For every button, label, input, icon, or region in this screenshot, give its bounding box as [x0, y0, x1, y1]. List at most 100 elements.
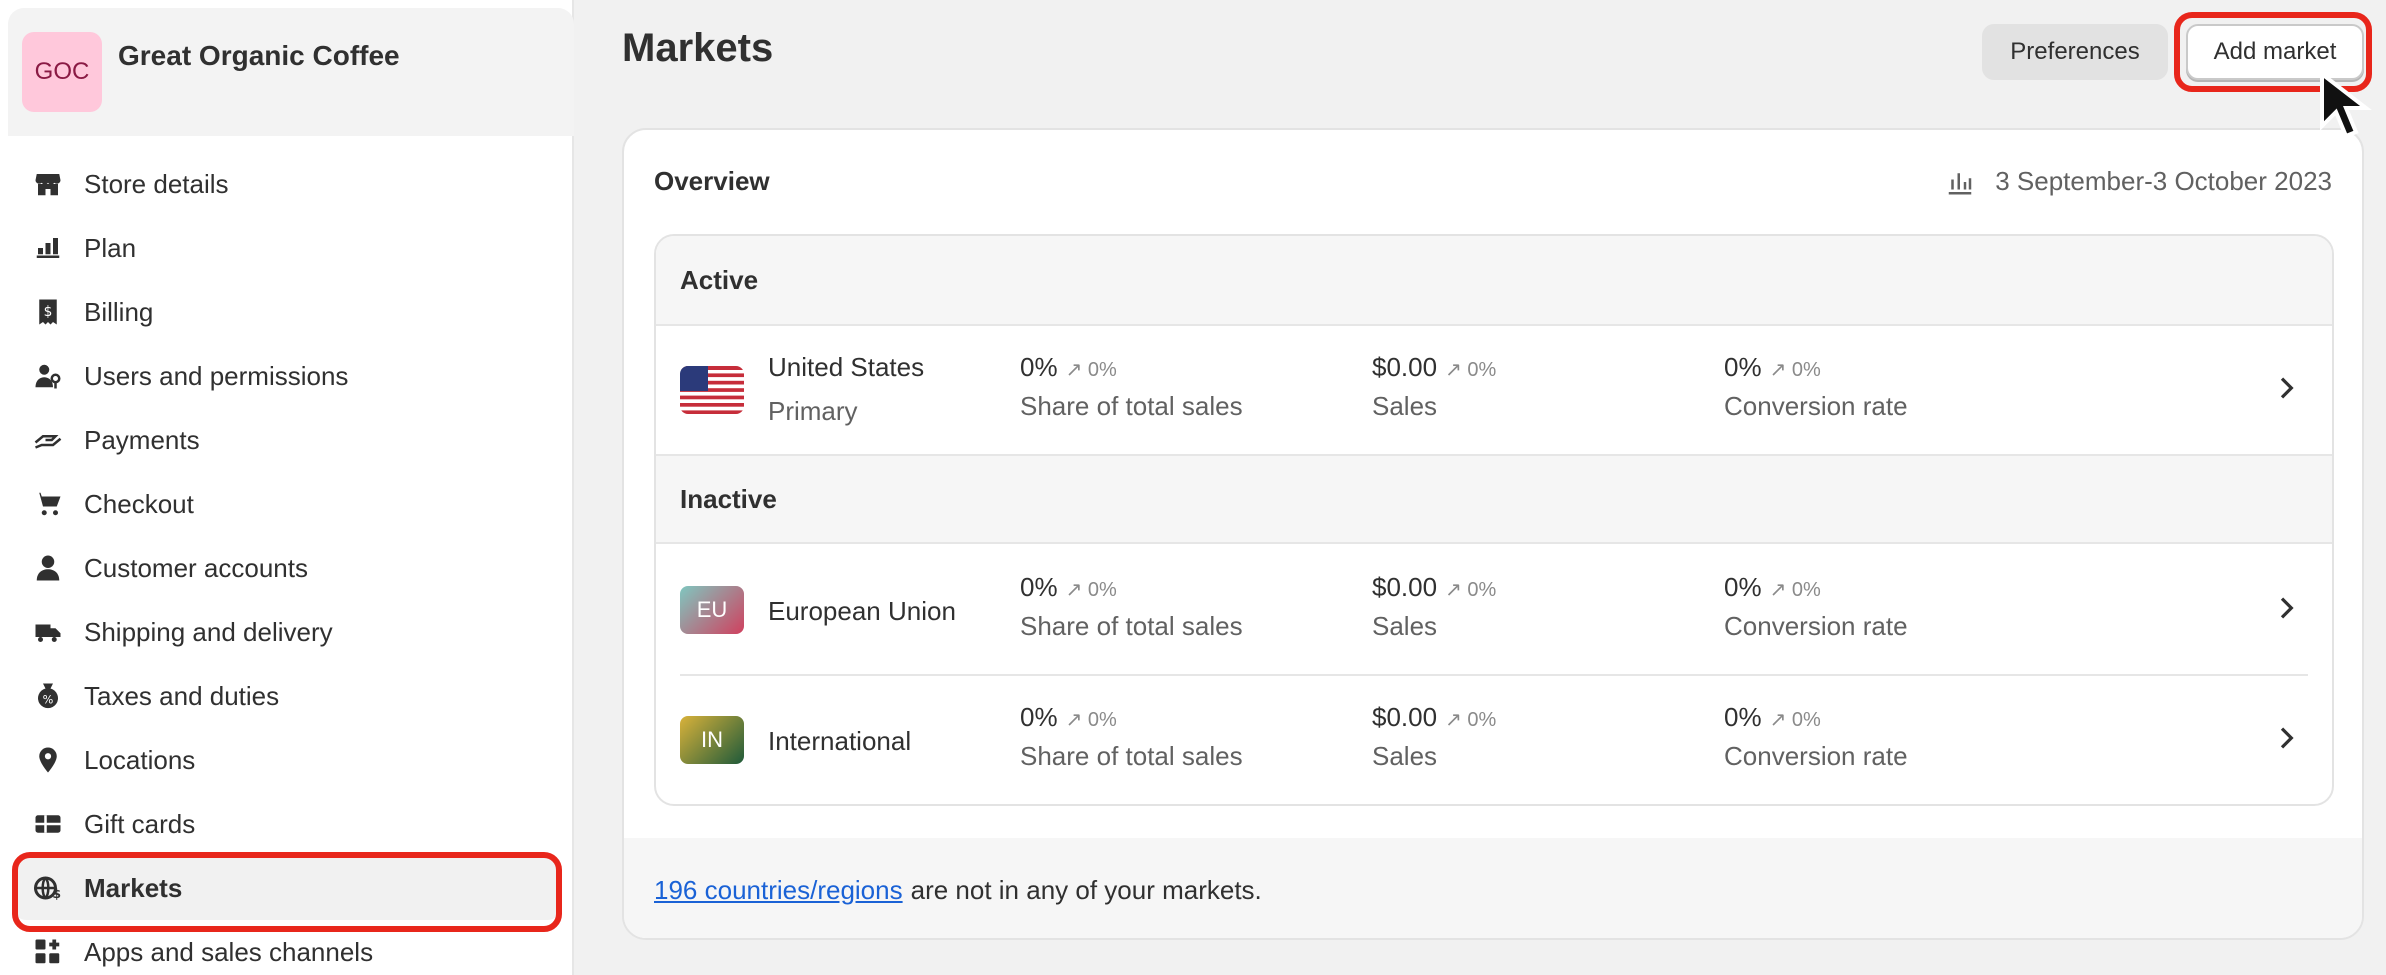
- store-header: GOC Great Organic Coffee: [8, 8, 574, 136]
- sales-label: Sales: [1372, 611, 1438, 641]
- overview-card: Overview 3 September-3 October 2023 Acti…: [622, 128, 2364, 940]
- payments-icon: [32, 424, 64, 456]
- market-row-international[interactable]: IN International 0% ↗ 0% Share of total s…: [656, 676, 2332, 804]
- sales-metric: $0.00 ↗ 0% Sales: [1372, 702, 1496, 772]
- svg-text:%: %: [43, 694, 54, 707]
- share-label: Share of total sales: [1020, 391, 1243, 421]
- sidebar-item-checkout[interactable]: Checkout: [14, 472, 560, 536]
- overview-title: Overview: [654, 166, 770, 196]
- share-metric: 0% ↗ 0% Share of total sales: [1020, 352, 1243, 422]
- sales-change-value: 0%: [1467, 359, 1497, 381]
- unassigned-regions-text: are not in any of your markets.: [910, 874, 1262, 905]
- sales-value: $0.00: [1372, 572, 1438, 602]
- conversion-value: 0%: [1724, 352, 1762, 382]
- conversion-label: Conversion rate: [1724, 611, 1908, 641]
- eu-badge-text: EU: [696, 597, 728, 622]
- sidebar-item-label: Store details: [84, 168, 229, 199]
- inactive-section-header: Inactive: [656, 454, 2332, 544]
- gift-card-icon: [32, 808, 64, 840]
- preferences-button[interactable]: Preferences: [1982, 24, 2168, 80]
- share-change-value: 0%: [1087, 359, 1117, 381]
- sales-change-value: 0%: [1467, 579, 1497, 601]
- share-value: 0%: [1020, 352, 1058, 382]
- conversion-metric: 0% ↗ 0% Conversion rate: [1724, 572, 1908, 642]
- sales-label: Sales: [1372, 391, 1438, 421]
- sales-change: ↗ 0%: [1445, 709, 1497, 731]
- share-value: 0%: [1020, 702, 1058, 732]
- unassigned-regions-note: 196 countries/regions are not in any of …: [624, 838, 2362, 938]
- sidebar-item-label: Plan: [84, 232, 137, 263]
- store-name: Great Organic Coffee: [118, 40, 400, 71]
- conversion-value: 0%: [1724, 572, 1762, 602]
- eu-badge-icon: EU: [680, 586, 744, 634]
- share-value: 0%: [1020, 572, 1058, 602]
- conversion-metric: 0% ↗ 0% Conversion rate: [1724, 352, 1908, 422]
- sidebar-item-taxes[interactable]: % Taxes and duties: [14, 664, 560, 728]
- market-row-european-union[interactable]: EU European Union 0% ↗ 0% Share of total …: [656, 546, 2332, 674]
- settings-nav: Store details Plan $ Billing Users and p…: [14, 152, 560, 975]
- share-change: ↗ 0%: [1065, 359, 1117, 381]
- sidebar-item-label: Billing: [84, 296, 154, 327]
- share-change: ↗ 0%: [1065, 709, 1117, 731]
- sidebar-item-plan[interactable]: Plan: [14, 216, 560, 280]
- mouse-cursor-icon: [2320, 70, 2372, 139]
- sidebar-item-locations[interactable]: Locations: [14, 728, 560, 792]
- svg-text:$: $: [52, 886, 61, 901]
- sales-value: $0.00: [1372, 702, 1438, 732]
- conversion-label: Conversion rate: [1724, 391, 1908, 421]
- share-change: ↗ 0%: [1065, 579, 1117, 601]
- sales-change: ↗ 0%: [1445, 579, 1497, 601]
- sidebar-item-label: Shipping and delivery: [84, 616, 333, 647]
- sidebar-item-apps[interactable]: Apps and sales channels: [14, 920, 560, 975]
- conversion-change: ↗ 0%: [1769, 359, 1821, 381]
- market-sub: Primary: [768, 396, 858, 426]
- sidebar-item-gift-cards[interactable]: Gift cards: [14, 792, 560, 856]
- svg-text:$: $: [44, 304, 53, 320]
- markets-table: Active United States Primary 0% ↗ 0% Sha…: [654, 234, 2334, 806]
- tax-icon: %: [32, 680, 64, 712]
- sales-change: ↗ 0%: [1445, 359, 1497, 381]
- sidebar-item-billing[interactable]: $ Billing: [14, 280, 560, 344]
- conversion-metric: 0% ↗ 0% Conversion rate: [1724, 702, 1908, 772]
- globe-dollar-icon: $: [32, 872, 64, 904]
- sidebar-item-store-details[interactable]: Store details: [14, 152, 560, 216]
- share-change-value: 0%: [1087, 579, 1117, 601]
- sidebar-item-label: Checkout: [84, 488, 194, 519]
- conversion-label: Conversion rate: [1724, 741, 1908, 771]
- sales-label: Sales: [1372, 741, 1438, 771]
- conversion-change-value: 0%: [1791, 579, 1821, 601]
- countries-regions-link[interactable]: 196 countries/regions: [654, 875, 903, 906]
- sidebar-item-users[interactable]: Users and permissions: [14, 344, 560, 408]
- share-label: Share of total sales: [1020, 611, 1243, 641]
- conversion-change-value: 0%: [1791, 709, 1821, 731]
- sidebar-item-payments[interactable]: Payments: [14, 408, 560, 472]
- store-icon: [32, 168, 64, 200]
- date-range[interactable]: 3 September-3 October 2023: [1945, 166, 2332, 197]
- market-row-united-states[interactable]: United States Primary 0% ↗ 0% Share of to…: [656, 326, 2332, 454]
- sidebar-item-label: Users and permissions: [84, 360, 349, 391]
- store-avatar: GOC: [22, 32, 102, 112]
- settings-sidebar: GOC Great Organic Coffee Store details P…: [0, 0, 574, 975]
- sidebar-item-customer-accounts[interactable]: Customer accounts: [14, 536, 560, 600]
- users-icon: [32, 360, 64, 392]
- sidebar-item-label: Payments: [84, 424, 200, 455]
- person-icon: [32, 552, 64, 584]
- chevron-right-icon: [2280, 377, 2294, 399]
- sidebar-item-shipping[interactable]: Shipping and delivery: [14, 600, 560, 664]
- apps-icon: [32, 936, 64, 968]
- market-name: International: [768, 726, 912, 756]
- plan-icon: [32, 232, 64, 264]
- conversion-change-value: 0%: [1791, 359, 1821, 381]
- cart-icon: [32, 488, 64, 520]
- sales-metric: $0.00 ↗ 0% Sales: [1372, 352, 1496, 422]
- truck-icon: [32, 616, 64, 648]
- chevron-right-icon: [2280, 727, 2294, 749]
- share-label: Share of total sales: [1020, 741, 1243, 771]
- sidebar-item-markets[interactable]: $ Markets: [14, 856, 560, 920]
- share-metric: 0% ↗ 0% Share of total sales: [1020, 702, 1243, 772]
- sidebar-item-label: Taxes and duties: [84, 680, 280, 711]
- sidebar-item-label: Apps and sales channels: [84, 936, 374, 967]
- active-section-header: Active: [656, 236, 2332, 326]
- sales-change-value: 0%: [1467, 709, 1497, 731]
- conversion-change: ↗ 0%: [1769, 709, 1821, 731]
